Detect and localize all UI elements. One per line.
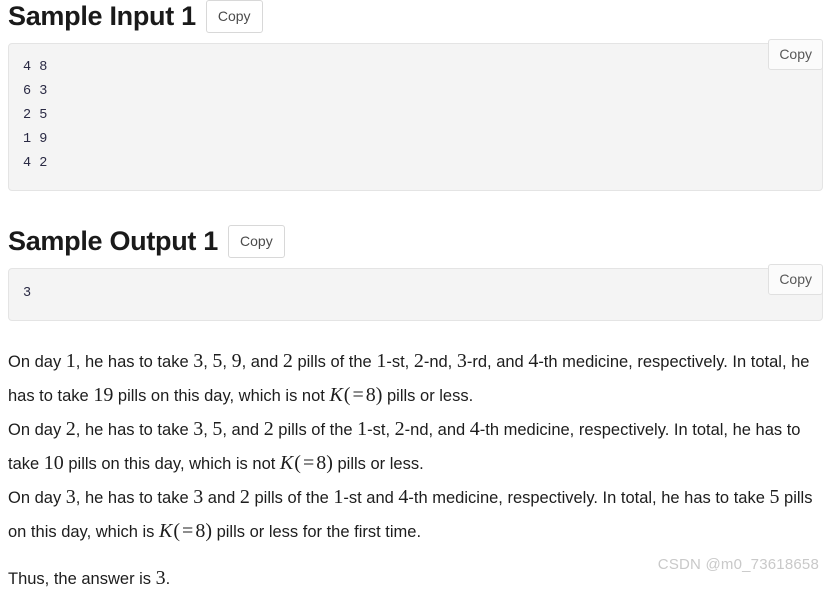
math-medicine-index: 4	[528, 350, 539, 372]
math-medicine-index: 2	[413, 350, 424, 372]
math-k-value: 8	[365, 384, 376, 406]
text-run: -st,	[367, 421, 395, 439]
text-run: , and	[222, 421, 264, 439]
text-run: ,	[222, 353, 232, 371]
math-day-number: 3	[65, 486, 76, 508]
text-run: -rd, and	[466, 353, 529, 371]
text-run: pills on this day, which is not	[63, 455, 280, 473]
math-day-number: 1	[65, 350, 76, 372]
math-k-value: 8	[316, 452, 327, 474]
math-pill-count: 5	[212, 418, 223, 440]
copy-sample-input-button[interactable]: Copy	[205, 0, 263, 33]
text-run: Thus, the answer is	[8, 570, 156, 588]
text-run: pills of the	[292, 353, 377, 371]
math-paren-close: )	[205, 520, 212, 542]
math-medicine-index: 1	[376, 350, 387, 372]
problem-page: Sample Input 1 Copy 4 8 6 3 2 5 1 9 4 2 …	[0, 0, 831, 596]
text-run: -st and	[343, 489, 399, 507]
text-run: pills on this day, which is not	[113, 387, 330, 405]
math-k-expression: K(= 8)	[280, 452, 333, 474]
math-equals-sign: =	[352, 384, 364, 406]
text-run: pills or less.	[382, 387, 474, 405]
sample-output-block: 3 Copy	[8, 264, 823, 321]
math-k-variable: K	[159, 520, 173, 542]
math-total-pills: 10	[43, 452, 64, 474]
sample-output-heading-row: Sample Output 1 Copy	[8, 225, 823, 258]
explanation-paragraph-1: On day 1, he has to take 3, 5, 9, and 2 …	[8, 345, 823, 413]
math-day-number: 2	[65, 418, 76, 440]
text-run: -th medicine, respectively. In total, he…	[408, 489, 770, 507]
text-run: , he has to take	[75, 489, 194, 507]
math-medicine-index: 1	[357, 418, 368, 440]
sample-output-code[interactable]: 3	[8, 268, 823, 321]
explanation-paragraph-2: On day 2, he has to take 3, 5, and 2 pil…	[8, 413, 823, 481]
sample-input-block: 4 8 6 3 2 5 1 9 4 2 Copy	[8, 39, 823, 191]
text-run: , he has to take	[75, 353, 194, 371]
math-k-expression: K(= 8)	[159, 520, 212, 542]
math-equals-sign: =	[302, 452, 315, 474]
copy-sample-input-inner-button[interactable]: Copy	[768, 39, 823, 70]
math-pill-count: 2	[263, 418, 274, 440]
math-pill-count: 3	[193, 418, 204, 440]
text-run: ,	[203, 421, 213, 439]
math-paren-open: (	[294, 452, 301, 474]
text-run: , he has to take	[75, 421, 194, 439]
math-total-pills: 19	[93, 384, 114, 406]
math-medicine-index: 4	[398, 486, 409, 508]
math-equals-sign: =	[182, 520, 194, 542]
math-k-variable: K	[329, 384, 343, 406]
math-pill-count: 5	[212, 350, 223, 372]
math-k-value: 8	[195, 520, 206, 542]
math-paren-close: )	[326, 452, 333, 474]
text-run: On day	[8, 353, 66, 371]
math-pill-count: 2	[282, 350, 293, 372]
text-run: pills or less for the first time.	[211, 523, 422, 541]
sample-input-title: Sample Input 1	[8, 0, 196, 31]
math-k-variable: K	[279, 452, 294, 474]
text-run: .	[165, 570, 171, 588]
text-run: , and	[241, 353, 283, 371]
math-total-pills: 5	[769, 486, 780, 508]
text-run: pills or less.	[332, 455, 424, 473]
text-run: pills of the	[249, 489, 334, 507]
text-run: On day	[8, 421, 66, 439]
math-pill-count: 2	[239, 486, 250, 508]
math-medicine-index: 3	[456, 350, 467, 372]
text-run: and	[203, 489, 240, 507]
explanation-paragraph-3: On day 3, he has to take 3 and 2 pills o…	[8, 481, 823, 549]
csdn-watermark: CSDN @m0_73618658	[657, 556, 819, 573]
text-run: -st,	[386, 353, 414, 371]
text-run: ,	[203, 353, 213, 371]
math-pill-count: 3	[193, 486, 204, 508]
copy-sample-output-inner-button[interactable]: Copy	[768, 264, 823, 295]
text-run: On day	[8, 489, 66, 507]
sample-input-code[interactable]: 4 8 6 3 2 5 1 9 4 2	[8, 43, 823, 191]
sample-input-heading-row: Sample Input 1 Copy	[8, 0, 823, 33]
sample-output-title: Sample Output 1	[8, 225, 219, 256]
math-k-expression: K(= 8)	[329, 384, 382, 406]
math-medicine-index: 4	[469, 418, 480, 440]
text-run: pills of the	[273, 421, 358, 439]
math-medicine-index: 2	[394, 418, 405, 440]
copy-sample-output-button[interactable]: Copy	[228, 225, 285, 258]
math-pill-count: 9	[231, 350, 242, 372]
math-pill-count: 3	[193, 350, 204, 372]
text-run: -nd, and	[404, 421, 470, 439]
text-run: -nd,	[423, 353, 457, 371]
math-medicine-index: 1	[333, 486, 344, 508]
